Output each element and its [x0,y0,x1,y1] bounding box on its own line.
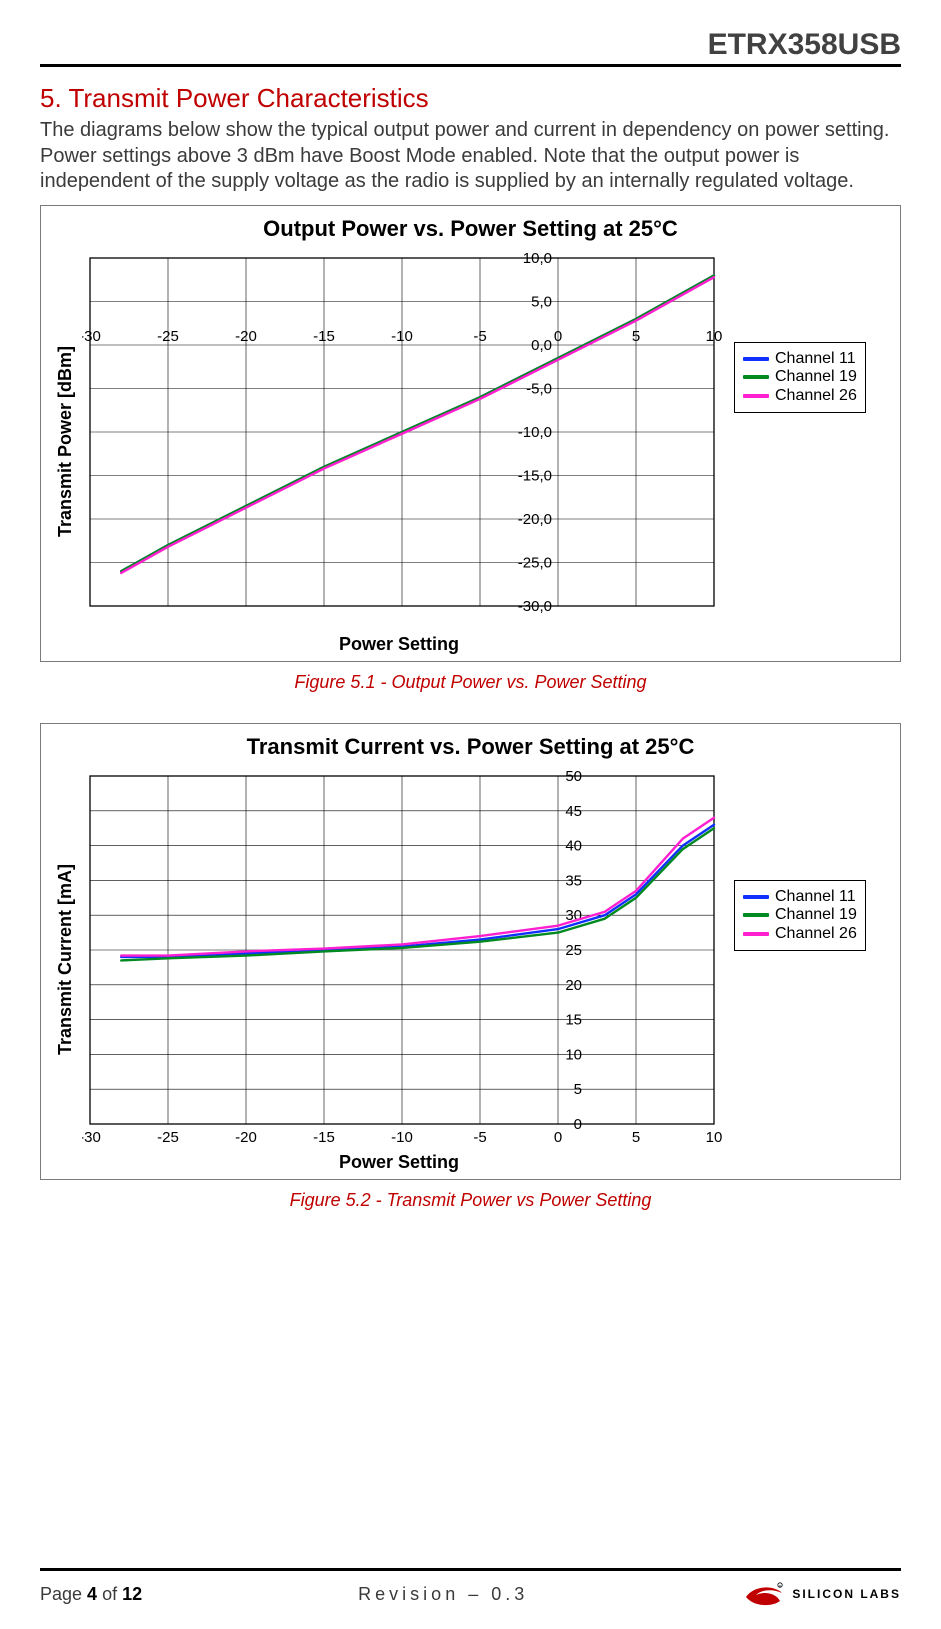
svg-text:0,0: 0,0 [531,337,552,354]
svg-text:-30: -30 [82,1129,101,1146]
legend-label: Channel 11 [775,350,856,368]
legend-swatch-ch26 [743,394,769,398]
svg-text:25: 25 [565,942,582,959]
legend-row: Channel 11 [743,350,857,368]
section-body: The diagrams below show the typical outp… [40,118,901,195]
figure-2-box: Transmit Current vs. Power Setting at 25… [40,723,901,1180]
chart1-plot: 10,0 5,0 0,0 -5,0 -10,0 -15,0 -20,0 -25,0 -30,0 -… [82,252,722,632]
svg-text:5: 5 [574,1081,582,1098]
legend-swatch-ch11 [743,357,769,361]
chart2-title: Transmit Current vs. Power Setting at 25… [49,734,892,760]
legend-swatch-ch19 [743,375,769,379]
svg-text:-30: -30 [82,328,101,345]
svg-text:5: 5 [632,328,640,345]
page-footer: Page 4 of 12 Revision – 0.3 R SILICON LA… [40,1568,901,1609]
page-indicator: Page 4 of 12 [40,1584,142,1605]
svg-text:50: 50 [565,770,582,785]
svg-text:0: 0 [554,1129,562,1146]
legend-label: Channel 26 [775,925,857,943]
svg-text:-5: -5 [473,328,486,345]
chart1-legend: Channel 11 Channel 19 Channel 26 [734,342,866,413]
section-title: Transmit Power Characteristics [68,83,428,113]
svg-text:45: 45 [565,803,582,820]
legend-row: Channel 11 [743,888,857,906]
chart2-plot: 50454035302520151050-30-25-20-15-10-5051… [82,770,722,1150]
figure1-caption: Figure 5.1 - Output Power vs. Power Sett… [40,672,901,693]
brand-name: SILICON LABS [792,1587,901,1601]
svg-text:-30,0: -30,0 [518,598,552,615]
brand-logo: R SILICON LABS [744,1579,901,1609]
svg-text:-5,0: -5,0 [526,380,552,397]
svg-text:-15: -15 [313,1129,335,1146]
svg-text:10: 10 [706,1129,722,1146]
figure-1-box: Output Power vs. Power Setting at 25°C T… [40,205,901,662]
svg-text:-10,0: -10,0 [518,424,552,441]
revision-label: Revision – 0.3 [358,1584,528,1605]
chart1-xlabel: Power Setting [79,632,719,655]
svg-text:5: 5 [632,1129,640,1146]
svg-text:-25: -25 [157,328,179,345]
legend-row: Channel 26 [743,925,857,943]
page-header: ETRX358USB [40,28,901,67]
legend-label: Channel 19 [775,906,857,924]
legend-row: Channel 19 [743,368,857,386]
svg-text:20: 20 [565,977,582,994]
legend-row: Channel 19 [743,906,857,924]
svg-text:40: 40 [565,837,582,854]
legend-label: Channel 19 [775,368,857,386]
svg-text:R: R [779,1584,782,1588]
svg-text:-20: -20 [235,1129,257,1146]
svg-text:5,0: 5,0 [531,293,552,310]
legend-swatch-ch19 [743,913,769,917]
product-name: ETRX358USB [40,28,901,62]
legend-swatch-ch26 [743,932,769,936]
svg-text:-20,0: -20,0 [518,511,552,528]
svg-text:10: 10 [706,328,722,345]
svg-text:-10: -10 [391,1129,413,1146]
legend-label: Channel 26 [775,387,857,405]
chart2-ylabel: Transmit Current [mA] [49,864,82,1055]
svg-text:-20: -20 [235,328,257,345]
chart2-legend: Channel 11 Channel 19 Channel 26 [734,880,866,951]
svg-text:-5: -5 [473,1129,486,1146]
svg-text:10,0: 10,0 [523,252,552,267]
legend-label: Channel 11 [775,888,856,906]
silabs-logo-icon: R [744,1579,784,1609]
svg-text:0: 0 [574,1116,582,1133]
svg-text:-25,0: -25,0 [518,554,552,571]
svg-text:-15,0: -15,0 [518,467,552,484]
figure2-caption: Figure 5.2 - Transmit Power vs Power Set… [40,1190,901,1211]
svg-text:10: 10 [565,1046,582,1063]
chart2-xlabel: Power Setting [79,1150,719,1173]
svg-text:15: 15 [565,1011,582,1028]
svg-text:-10: -10 [391,328,413,345]
section-heading: 5. Transmit Power Characteristics [40,83,901,114]
chart1-ylabel: Transmit Power [dBm] [49,346,82,537]
svg-text:-25: -25 [157,1129,179,1146]
legend-swatch-ch11 [743,895,769,899]
svg-text:-15: -15 [313,328,335,345]
chart1-title: Output Power vs. Power Setting at 25°C [49,216,892,242]
svg-text:35: 35 [565,872,582,889]
legend-row: Channel 26 [743,387,857,405]
section-number: 5. [40,83,62,113]
svg-text:0: 0 [554,328,562,345]
